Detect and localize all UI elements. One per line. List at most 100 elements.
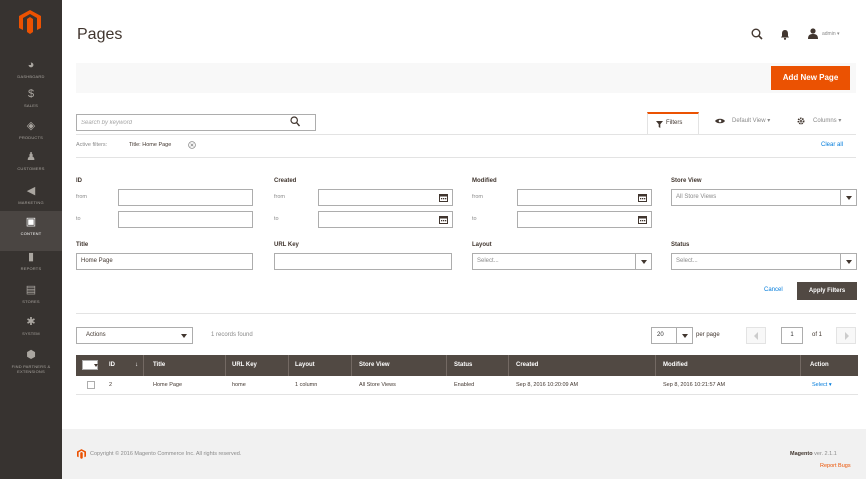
column-divider <box>288 355 289 376</box>
active-filters: Active filters: Title: Home Page <box>76 141 196 149</box>
filters-tab[interactable]: Filters <box>647 112 699 134</box>
column-divider <box>508 355 509 376</box>
dashboard-icon: ◕ <box>27 59 35 71</box>
cell-status: Enabled <box>454 382 475 388</box>
search-submit-icon[interactable] <box>290 116 300 127</box>
created-to-field[interactable] <box>318 211 453 228</box>
cell-title: Home Page <box>153 382 183 388</box>
calendar-icon[interactable] <box>439 193 448 202</box>
id-to-label: to <box>76 216 81 222</box>
mass-select-checkbox[interactable] <box>82 360 98 370</box>
next-page-button[interactable] <box>836 327 856 344</box>
search-icon[interactable] <box>751 28 763 40</box>
modified-to-field[interactable] <box>517 211 652 228</box>
magento-logo-icon[interactable] <box>19 10 41 34</box>
column-header-store-view[interactable]: Store View <box>359 362 390 368</box>
table-row: 2 Home Page home 1 column All Store View… <box>76 376 858 395</box>
chevron-down-icon <box>176 328 192 343</box>
column-header-action: Action <box>810 362 829 368</box>
copyright-text: Copyright © 2016 Magento Commerce Inc. A… <box>90 451 242 457</box>
apply-filters-button[interactable]: Apply Filters <box>797 282 857 300</box>
per-page-label: per page <box>696 332 720 338</box>
box-icon: ⬢ <box>26 349 36 361</box>
funnel-icon <box>656 121 663 128</box>
status-select-value: Select... <box>676 258 698 264</box>
column-header-status[interactable]: Status <box>454 362 472 368</box>
active-filters-label: Active filters: <box>76 142 108 148</box>
store-view-select[interactable]: All Store Views <box>671 189 857 206</box>
created-from-field[interactable] <box>318 189 453 206</box>
row-action-select[interactable]: Select ▾ <box>812 382 832 388</box>
filters-label: Filters <box>666 120 683 126</box>
per-page-select[interactable]: 20 <box>651 327 693 344</box>
sidebar-item-label: STORES <box>22 299 40 304</box>
column-header-created[interactable]: Created <box>516 362 538 368</box>
column-divider <box>351 355 352 376</box>
column-header-url-key[interactable]: URL Key <box>232 362 257 368</box>
cell-store-view: All Store Views <box>359 382 396 388</box>
cancel-filters-button[interactable]: Cancel <box>764 287 783 293</box>
sidebar-item-partners[interactable]: ⬢ FIND PARTNERS & EXTENSIONS <box>0 344 62 384</box>
column-divider <box>800 355 801 376</box>
url-key-filter-field[interactable] <box>274 253 452 270</box>
report-bugs-link[interactable]: Report Bugs <box>820 463 851 469</box>
bell-icon[interactable] <box>780 29 790 40</box>
id-filter-label: ID <box>76 178 82 184</box>
created-from-label: from <box>274 194 285 200</box>
store-icon: ▤ <box>25 284 37 296</box>
chevron-down-icon <box>635 254 651 269</box>
column-header-title[interactable]: Title <box>153 362 165 368</box>
gear-icon <box>797 117 805 125</box>
layout-select-value: Select... <box>477 258 499 264</box>
eye-icon <box>715 118 725 124</box>
title-filter-field[interactable]: Home Page <box>76 253 253 270</box>
column-header-layout[interactable]: Layout <box>295 362 315 368</box>
page-title: Pages <box>77 26 123 43</box>
store-view-filter-label: Store View <box>671 178 702 184</box>
mass-actions-select[interactable]: Actions <box>76 327 193 344</box>
layout-filter-label: Layout <box>472 242 492 248</box>
column-divider <box>143 355 144 376</box>
modified-from-field[interactable] <box>517 189 652 206</box>
id-to-field[interactable] <box>118 211 253 228</box>
calendar-icon[interactable] <box>638 193 647 202</box>
current-page-input[interactable]: 1 <box>781 327 803 344</box>
page-actions-bar <box>76 63 856 93</box>
layout-select[interactable]: Select... <box>472 253 652 270</box>
column-divider <box>446 355 447 376</box>
grid-header: ID ↓ Title URL Key Layout Store View Sta… <box>76 355 858 376</box>
divider <box>76 313 856 314</box>
id-from-field[interactable] <box>118 189 253 206</box>
previous-page-button[interactable] <box>746 327 766 344</box>
user-icon <box>808 28 818 39</box>
chevron-down-icon <box>840 190 856 205</box>
records-found: 1 records found <box>211 332 253 338</box>
active-filter-chip: Title: Home Page <box>129 142 172 148</box>
total-pages: of 1 <box>812 332 823 338</box>
search-input[interactable] <box>81 117 281 128</box>
layout-icon: ▣ <box>25 216 37 228</box>
modified-from-label: from <box>472 194 483 200</box>
sidebar-item-label: CONTENT <box>20 231 42 236</box>
column-divider <box>225 355 226 376</box>
calendar-icon[interactable] <box>439 215 448 224</box>
sidebar-item-label: SALES <box>24 103 38 108</box>
column-header-id[interactable]: ID <box>109 362 115 368</box>
divider <box>76 134 856 135</box>
remove-filter-icon[interactable] <box>188 141 196 149</box>
row-checkbox[interactable] <box>87 381 95 389</box>
clear-all-link[interactable]: Clear all <box>821 142 843 148</box>
cell-id: 2 <box>109 382 113 388</box>
column-header-modified[interactable]: Modified <box>663 362 688 368</box>
status-select[interactable]: Select... <box>671 253 857 270</box>
columns-label: Columns ▾ <box>813 118 842 124</box>
user-menu[interactable]: admin ▾ <box>808 28 858 40</box>
sidebar-item-label: MARKETING <box>18 200 44 205</box>
sidebar-item-label: FIND PARTNERS & EXTENSIONS <box>11 364 51 374</box>
sidebar-item-content[interactable]: ▣ CONTENT <box>0 211 62 251</box>
cell-layout: 1 column <box>295 382 318 388</box>
calendar-icon[interactable] <box>638 215 647 224</box>
version-info: Magento ver. 2.1.1 <box>790 451 837 457</box>
title-filter-value: Home Page <box>81 258 113 264</box>
add-new-page-button[interactable]: Add New Page <box>771 66 850 90</box>
